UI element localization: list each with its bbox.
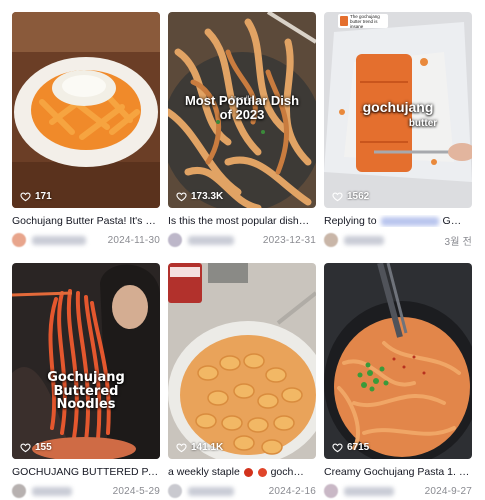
video-card[interactable]: 171 Gochujang Butter Pasta! It's … 2024-… (12, 12, 160, 247)
author-name-redacted[interactable] (188, 235, 234, 245)
post-date: 2024-11-30 (107, 234, 160, 246)
video-title[interactable]: GOCHUJANG BUTTERED PA… (12, 466, 160, 478)
author-name-redacted[interactable] (344, 486, 394, 496)
avatar[interactable] (12, 484, 26, 498)
video-meta: 2024-2-16 (168, 484, 316, 498)
video-thumbnail[interactable]: The gochujang butter trend is insane goc… (324, 12, 472, 208)
like-count: 173.3K (176, 191, 223, 202)
corner-caption: The gochujang butter trend is insane (350, 14, 380, 29)
video-card[interactable]: 6715 Creamy Gochujang Pasta 1. … 2024-9-… (324, 263, 472, 498)
title-prefix: a weekly staple (168, 466, 240, 478)
video-meta: 2024-9-27 (324, 484, 472, 498)
post-date: 3월 전 (444, 236, 472, 248)
like-count-value: 155 (35, 442, 52, 453)
video-meta: 2024-5-29 (12, 484, 160, 498)
video-meta: 2024-11-30 (12, 233, 160, 247)
heart-outline-icon (176, 443, 187, 453)
video-meta: 3월 전 (324, 233, 472, 248)
post-date: 2024-5-29 (112, 485, 160, 497)
author-name-redacted[interactable] (32, 235, 86, 245)
video-grid: 171 Gochujang Butter Pasta! It's … 2024-… (0, 0, 485, 500)
like-count-value: 6715 (347, 442, 370, 453)
heart-outline-icon (20, 443, 31, 453)
video-meta: 2023-12-31 (168, 233, 316, 247)
like-count-value: 173.3K (191, 191, 224, 202)
video-thumbnail[interactable]: 6715 (324, 263, 472, 459)
video-thumbnail[interactable]: 141.1K (168, 263, 316, 459)
thumbnail-image (168, 263, 316, 459)
video-card[interactable]: Gochujang Buttered Noodles 155 GOCHUJANG… (12, 263, 160, 498)
avatar[interactable] (168, 484, 182, 498)
like-count-value: 141.1K (191, 442, 224, 453)
title-suffix: G… (442, 215, 462, 227)
video-card[interactable]: Noodle Most Popular Dish of 2023 173.3K … (168, 12, 316, 247)
avatar[interactable] (324, 484, 338, 498)
author-name-redacted[interactable] (344, 235, 384, 245)
overlay-title: gochujang (362, 99, 434, 115)
post-date: 2023-12-31 (262, 234, 316, 246)
like-count-value: 171 (35, 191, 52, 202)
video-title[interactable]: Creamy Gochujang Pasta 1. … (324, 466, 472, 478)
mention-redacted[interactable] (380, 216, 439, 226)
post-date: 2024-2-16 (268, 485, 316, 497)
title-suffix: goch… (270, 466, 304, 478)
overlay-title: Gochujang Buttered Noodles (47, 370, 125, 413)
like-count: 141.1K (176, 442, 223, 453)
like-count-value: 1562 (347, 191, 370, 202)
video-title[interactable]: Replying to G… (324, 215, 472, 227)
title-prefix: Replying to (324, 215, 377, 227)
heart-outline-icon (20, 192, 31, 202)
avatar[interactable] (168, 233, 182, 247)
video-thumbnail[interactable]: 171 (12, 12, 160, 208)
thumbnail-image (324, 263, 472, 459)
overlay-subtitle: butter (408, 118, 438, 129)
video-title[interactable]: Gochujang Butter Pasta! It's … (12, 215, 160, 227)
heart-outline-icon (332, 192, 343, 202)
like-count: 6715 (332, 442, 369, 453)
avatar[interactable] (324, 233, 338, 247)
video-thumbnail[interactable]: Noodle Most Popular Dish of 2023 173.3K (168, 12, 316, 208)
video-card[interactable]: 141.1K a weekly staple goch… 2024-2-16 (168, 263, 316, 498)
like-count: 155 (20, 442, 52, 453)
heart-outline-icon (176, 192, 187, 202)
post-date: 2024-9-27 (424, 485, 472, 497)
video-title[interactable]: a weekly staple goch… (168, 466, 316, 478)
like-count: 171 (20, 191, 52, 202)
overlay-title: Most Popular Dish of 2023 (184, 93, 300, 122)
avatar[interactable] (12, 233, 26, 247)
author-name-redacted[interactable] (32, 486, 72, 496)
video-card[interactable]: The gochujang butter trend is insane goc… (324, 12, 472, 248)
video-thumbnail[interactable]: Gochujang Buttered Noodles 155 (12, 263, 160, 459)
red-face-icon (257, 467, 267, 477)
chili-pepper-icon (243, 467, 253, 477)
like-count: 1562 (332, 191, 369, 202)
video-title[interactable]: Is this the most popular dish… (168, 215, 316, 227)
heart-outline-icon (332, 443, 343, 453)
thumbnail-image (12, 12, 160, 208)
thumbnail-image (12, 263, 160, 459)
author-name-redacted[interactable] (188, 486, 234, 496)
